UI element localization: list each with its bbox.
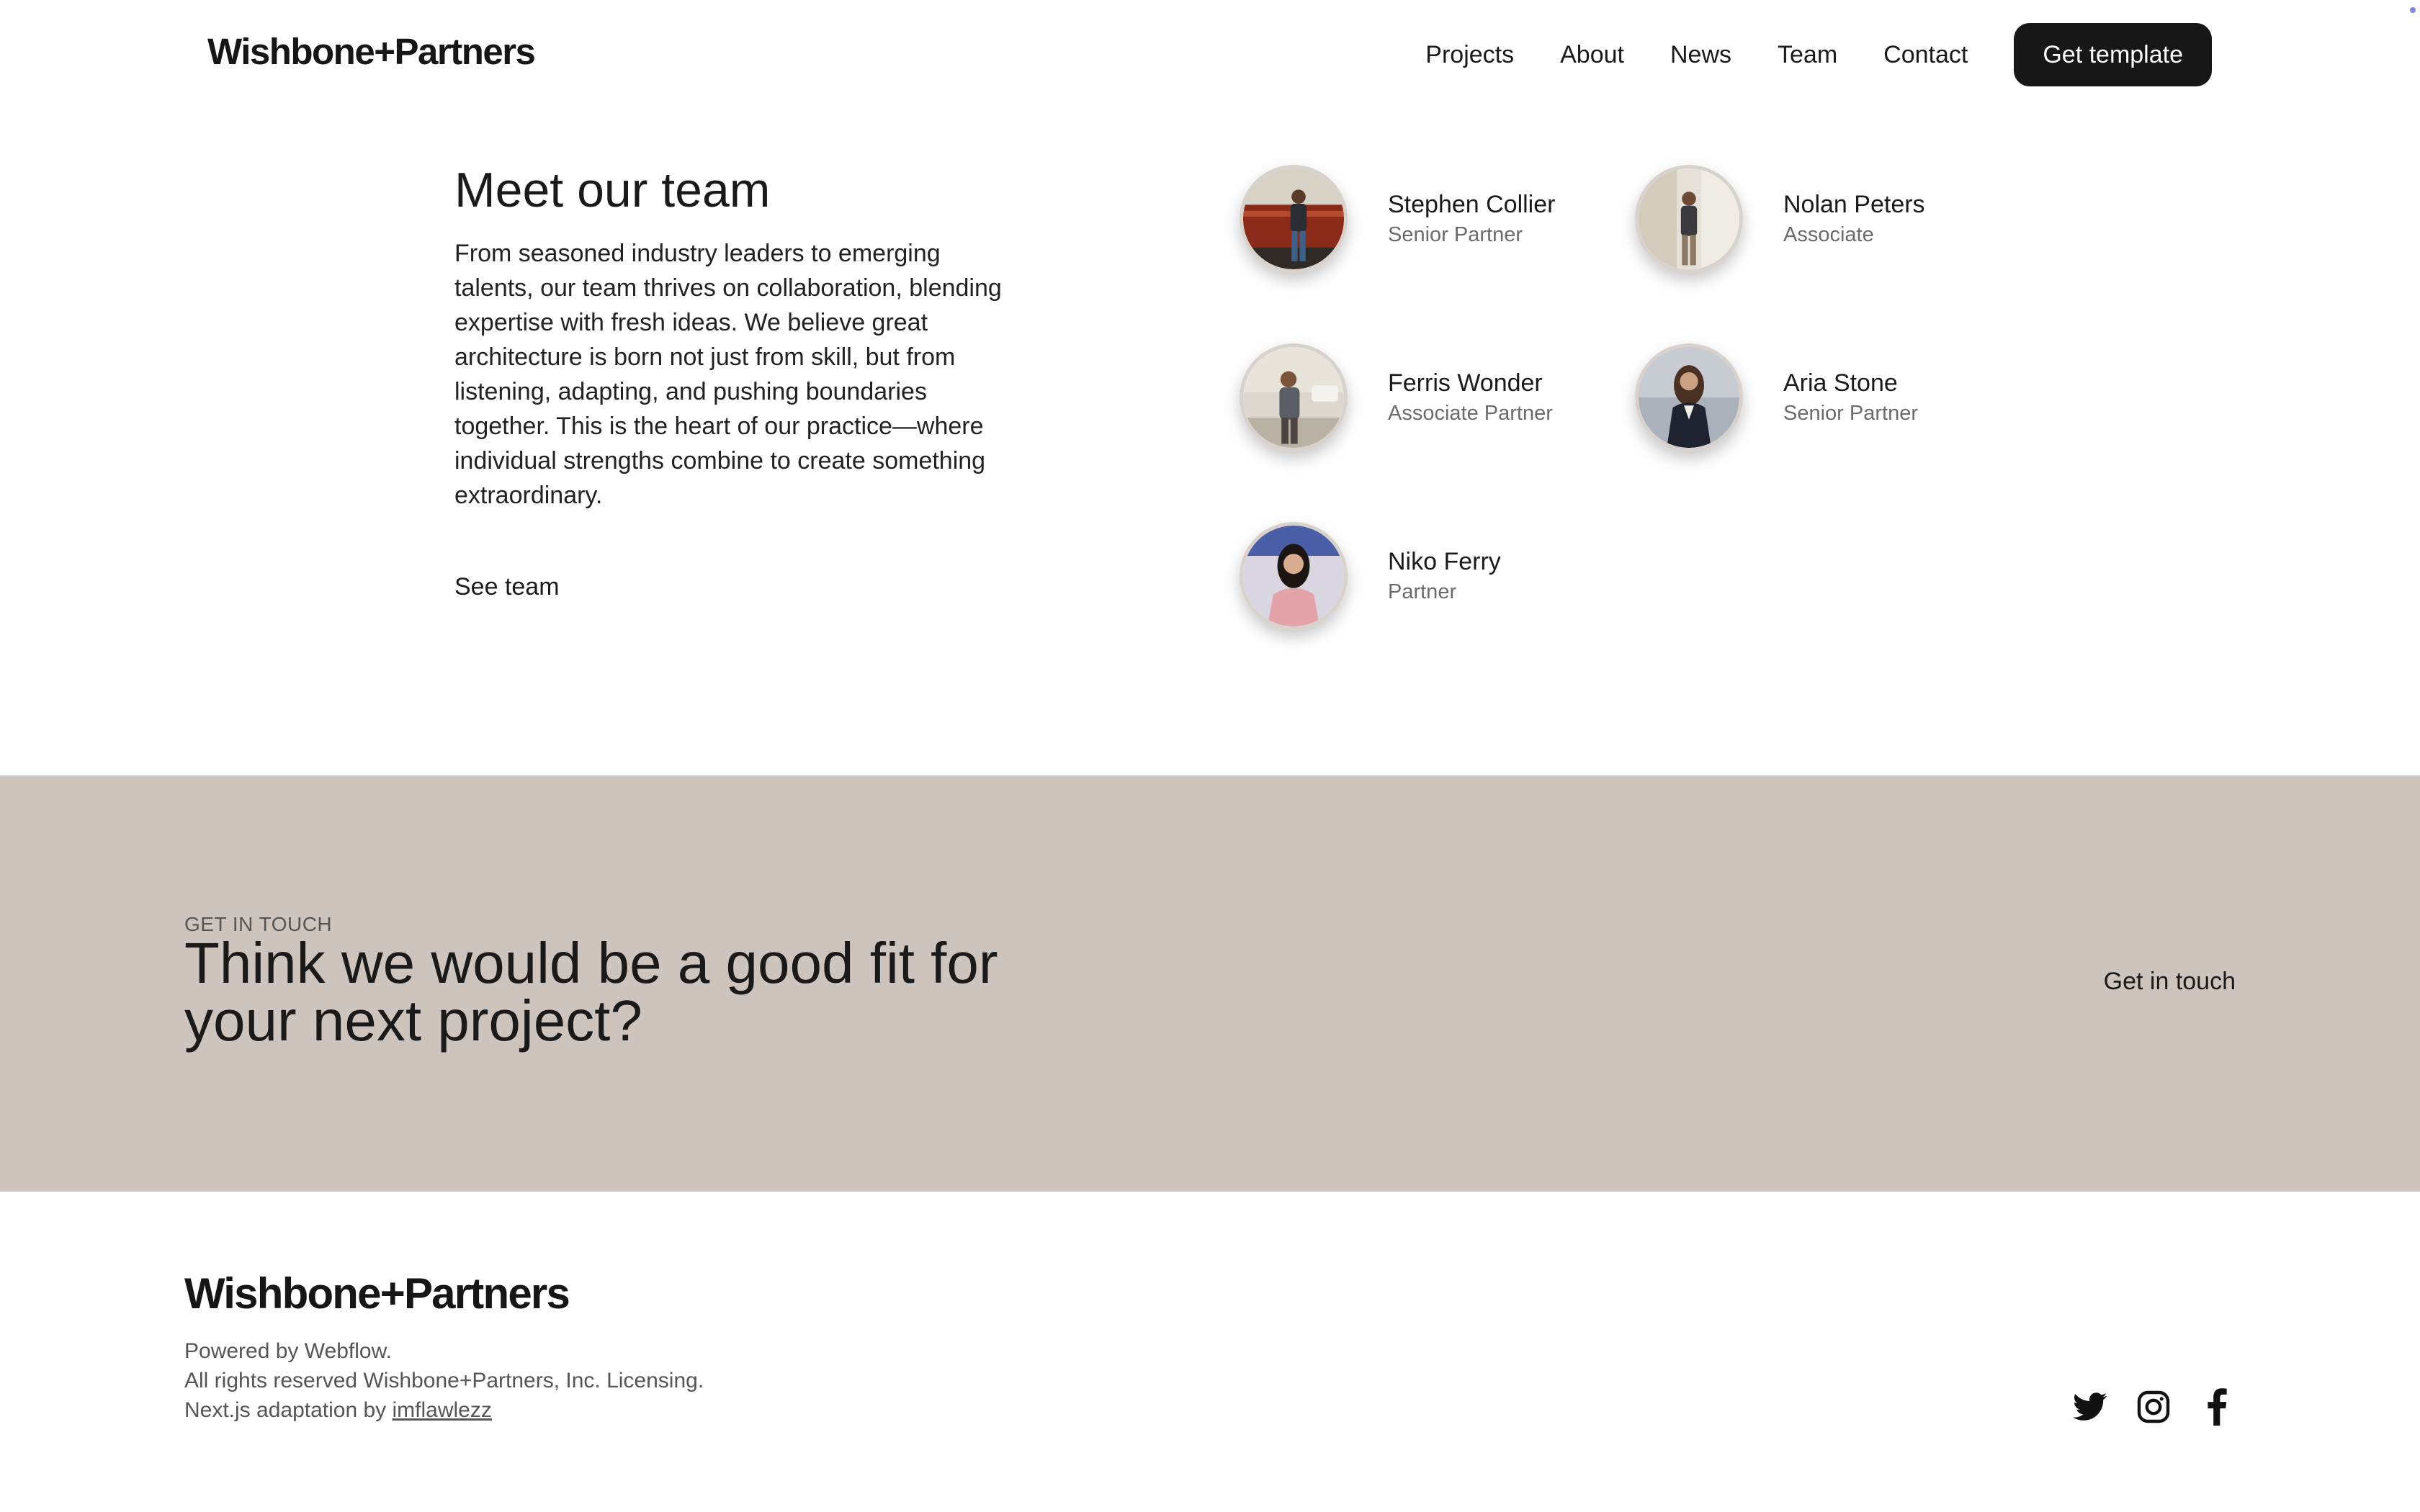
avatar — [1240, 522, 1348, 630]
footer-info: Powered by Webflow. All rights reserved … — [184, 1336, 704, 1425]
main-nav: Projects About News Team Contact Get tem… — [1425, 23, 2212, 86]
team-member-card[interactable]: Stephen Collier Senior Partner — [1240, 165, 1555, 273]
team-intro: Meet our team From seasoned industry lea… — [454, 160, 1016, 513]
nav-link-contact[interactable]: Contact — [1883, 41, 1968, 69]
member-name: Aria Stone — [1783, 369, 1898, 397]
avatar — [1635, 165, 1743, 273]
see-team-link[interactable]: See team — [454, 573, 560, 601]
member-name: Niko Ferry — [1388, 548, 1501, 575]
author-link[interactable]: imflawlezz — [393, 1398, 492, 1422]
powered-by-text: Powered by Webflow. — [184, 1339, 392, 1363]
member-name: Nolan Peters — [1783, 191, 1925, 218]
footer-brand-logo[interactable]: Wishbone+Partners — [184, 1269, 570, 1318]
team-member-card[interactable]: Nolan Peters Associate — [1635, 165, 1925, 273]
avatar — [1635, 343, 1743, 451]
avatar — [1240, 165, 1348, 273]
member-name: Stephen Collier — [1388, 191, 1556, 218]
member-role: Associate Partner — [1388, 402, 1553, 425]
corner-dot — [2410, 7, 2416, 13]
adaptation-prefix: Next.js adaptation by — [184, 1398, 387, 1422]
nav-link-team[interactable]: Team — [1778, 41, 1837, 69]
site-header: Wishbone+Partners Projects About News Te… — [0, 0, 2420, 109]
get-template-button[interactable]: Get template — [2014, 23, 2212, 86]
member-role: Associate — [1783, 223, 1874, 246]
team-heading: Meet our team — [454, 163, 771, 217]
nav-link-about[interactable]: About — [1560, 41, 1624, 69]
team-member-card[interactable]: Ferris Wonder Associate Partner — [1240, 343, 1553, 451]
member-info: Aria Stone Senior Partner — [1783, 367, 1918, 428]
brand-logo[interactable]: Wishbone+Partners — [207, 30, 536, 73]
cta-heading: Think we would be a good fit for your ne… — [184, 931, 998, 1053]
team-member-card[interactable]: Aria Stone Senior Partner — [1635, 343, 1918, 451]
twitter-icon[interactable] — [2071, 1388, 2109, 1426]
member-info: Stephen Collier Senior Partner — [1388, 189, 1555, 249]
instagram-icon[interactable] — [2135, 1388, 2172, 1426]
social-links — [2045, 1388, 2236, 1426]
member-role: Senior Partner — [1388, 223, 1523, 246]
team-description: From seasoned industry leaders to emergi… — [454, 240, 1002, 509]
avatar — [1240, 343, 1348, 451]
member-role: Partner — [1388, 580, 1457, 603]
nav-link-projects[interactable]: Projects — [1425, 41, 1514, 69]
rights-text: All rights reserved Wishbone+Partners, I… — [184, 1369, 704, 1392]
nav-link-news[interactable]: News — [1670, 41, 1731, 69]
facebook-icon[interactable] — [2198, 1388, 2236, 1426]
adaptation-line: Next.js adaptation by imflawlezz — [184, 1395, 704, 1425]
member-name: Ferris Wonder — [1388, 369, 1543, 397]
team-member-card[interactable]: Niko Ferry Partner — [1240, 522, 1501, 630]
member-info: Nolan Peters Associate — [1783, 189, 1925, 249]
member-info: Ferris Wonder Associate Partner — [1388, 367, 1553, 428]
member-info: Niko Ferry Partner — [1388, 546, 1501, 606]
get-in-touch-link[interactable]: Get in touch — [2104, 968, 2236, 996]
member-role: Senior Partner — [1783, 402, 1918, 425]
